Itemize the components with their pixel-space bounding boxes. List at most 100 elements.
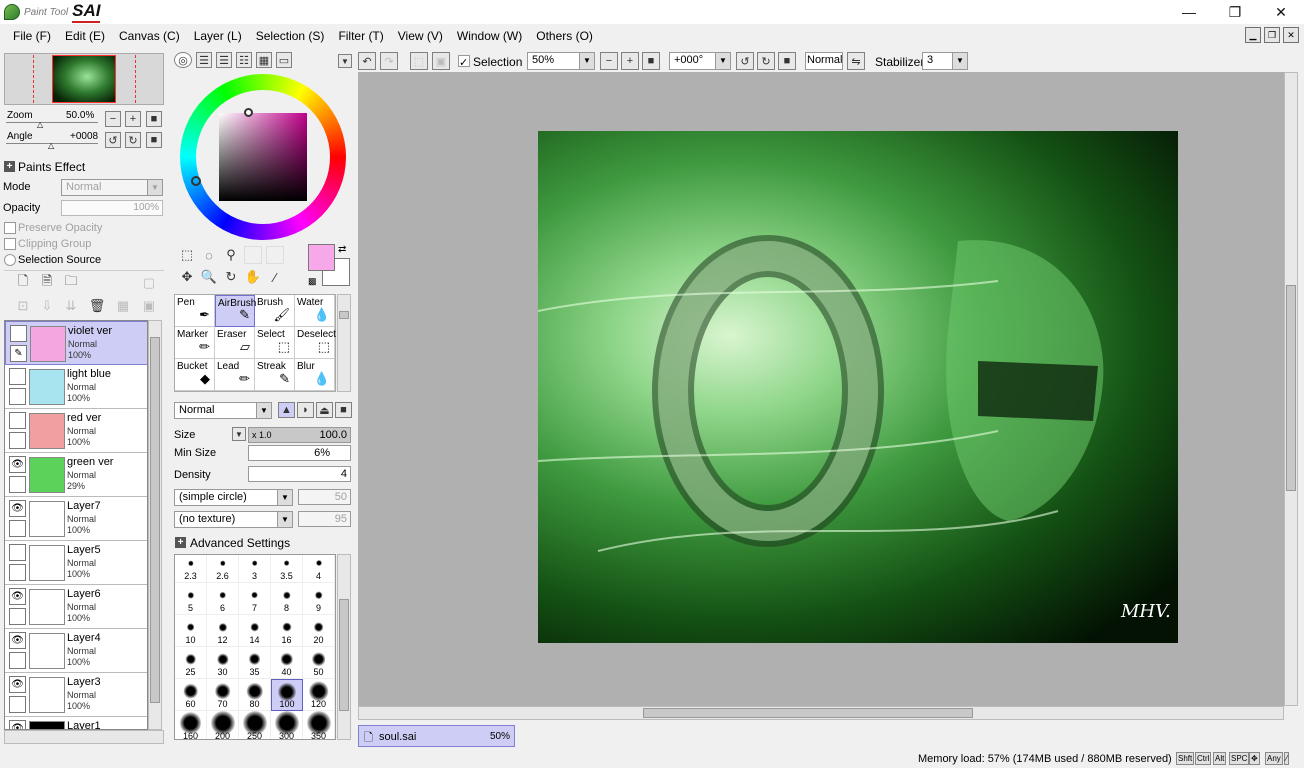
edit-lock-toggle[interactable]: [9, 388, 26, 405]
menu-window[interactable]: Window (W): [450, 29, 529, 43]
layer-hscrollbar[interactable]: [4, 730, 164, 744]
transfer-down-icon[interactable]: ⇩: [38, 297, 56, 315]
layer-item[interactable]: ✎ violet ver Normal 100%: [5, 321, 147, 365]
brush-size-cell[interactable]: 30: [207, 647, 239, 679]
edit-lock-toggle[interactable]: [9, 476, 26, 493]
undo-icon[interactable]: ↶: [358, 52, 376, 70]
tool-scrollbar-thumb[interactable]: [339, 311, 349, 319]
eye-icon[interactable]: 👁: [9, 720, 26, 729]
tool-eraser[interactable]: Eraser ▱: [215, 327, 255, 359]
new-mask-icon[interactable]: ⊡: [14, 297, 32, 315]
brush-size-cell[interactable]: 8: [271, 583, 303, 615]
tool-pen[interactable]: Pen ✒: [175, 295, 215, 327]
toolbar-zoom-out-button[interactable]: −: [600, 52, 618, 70]
brush-size-cell[interactable]: 40: [271, 647, 303, 679]
file-tab[interactable]: 🗋 soul.sai 50%: [358, 725, 515, 747]
mode-select[interactable]: Normal ▼: [61, 179, 163, 196]
brush-size-cell[interactable]: 2.6: [207, 555, 239, 583]
sv-marker[interactable]: [244, 108, 253, 117]
brush-size-cell[interactable]: 300: [271, 711, 303, 739]
brush-size-cell[interactable]: 50: [303, 647, 335, 679]
brush-size-cell[interactable]: 6: [207, 583, 239, 615]
eye-icon[interactable]: 👁: [9, 456, 26, 473]
brush-size-cell[interactable]: 200: [207, 711, 239, 739]
navigator-thumbnail[interactable]: [52, 55, 116, 103]
mdi-restore-button[interactable]: ❐: [1264, 27, 1280, 43]
density-slider[interactable]: 4: [248, 466, 351, 482]
edit-lock-toggle[interactable]: [9, 564, 26, 581]
selection-checkbox[interactable]: ✓: [458, 55, 470, 69]
move-icon[interactable]: ✥: [178, 268, 196, 286]
mdi-close-button[interactable]: ✕: [1283, 27, 1299, 43]
visibility-toggle[interactable]: [9, 412, 26, 429]
brush-size-cell[interactable]: 3.5: [271, 555, 303, 583]
tool-airbrush[interactable]: AirBrush ✎: [215, 295, 256, 327]
zoom-tool-icon[interactable]: 🔍: [200, 268, 218, 286]
edge-medium-icon[interactable]: ⏏: [316, 402, 333, 418]
expand-icon[interactable]: +: [4, 161, 15, 172]
hand-icon[interactable]: ✋: [244, 268, 262, 286]
visibility-toggle[interactable]: [10, 325, 27, 342]
layer-item[interactable]: 👁 Layer3 Normal 100%: [5, 673, 147, 717]
brush-size-cell[interactable]: 60: [175, 679, 207, 711]
canvas-hscroll-thumb[interactable]: [643, 708, 973, 718]
selection-source-radio[interactable]: [4, 254, 16, 266]
tool-scrollbar[interactable]: [337, 294, 351, 392]
brush-size-scrollbar[interactable]: [337, 554, 351, 740]
layer-item[interactable]: 👁 Layer4 Normal 100%: [5, 629, 147, 673]
zoom-out-button[interactable]: −: [105, 111, 121, 127]
menu-layer[interactable]: Layer (L): [187, 29, 249, 43]
brush-size-cell[interactable]: 9: [303, 583, 335, 615]
edge-soft-icon[interactable]: ◗: [297, 402, 314, 418]
eye-icon[interactable]: 👁: [9, 500, 26, 517]
eye-icon[interactable]: 👁: [9, 588, 26, 605]
layer-item[interactable]: Layer5 Normal 100%: [5, 541, 147, 585]
tool-lead[interactable]: Lead ✏: [215, 359, 255, 391]
tool-deselect[interactable]: Deselect ⬚: [295, 327, 336, 359]
brush-size-cell[interactable]: 250: [239, 711, 271, 739]
minimize-button[interactable]: —: [1166, 0, 1212, 24]
zoom-slider[interactable]: [6, 122, 98, 123]
canvas-vscroll-thumb[interactable]: [1286, 285, 1296, 491]
brush-size-cell[interactable]: 100: [271, 679, 303, 711]
advanced-settings-label[interactable]: Advanced Settings: [190, 536, 290, 550]
tool-marker[interactable]: Marker ✏: [175, 327, 215, 359]
menu-edit[interactable]: Edit (E): [58, 29, 112, 43]
hsv-slider-tab[interactable]: ☰: [216, 52, 232, 68]
layer-item[interactable]: 👁 Layer1: [5, 717, 147, 729]
layer-scrollbar-thumb[interactable]: [150, 337, 160, 703]
rotate-right-button[interactable]: ↻: [125, 132, 141, 148]
paints-effect-label[interactable]: Paints Effect: [18, 160, 85, 174]
angle-select[interactable]: +000° ▼: [669, 52, 731, 70]
menu-canvas[interactable]: Canvas (C): [112, 29, 187, 43]
menu-file[interactable]: File (F): [6, 29, 58, 43]
swatches-tab[interactable]: ☷: [236, 52, 252, 68]
zoom-slider-handle[interactable]: △: [37, 120, 43, 129]
edge-flat-icon[interactable]: ■: [335, 402, 352, 418]
tool-bucket[interactable]: Bucket ◆: [175, 359, 215, 391]
tool-brush[interactable]: Brush 🖌: [255, 295, 295, 327]
trash-icon[interactable]: 🗑: [88, 297, 106, 315]
layer-item[interactable]: 👁 green ver Normal 29%: [5, 453, 147, 497]
clipping-group-checkbox[interactable]: [4, 238, 16, 250]
brush-size-cell[interactable]: 5: [175, 583, 207, 615]
palette-tab[interactable]: ▦: [256, 52, 272, 68]
layer-scrollbar[interactable]: [148, 320, 162, 730]
size-multiplier-dropdown[interactable]: ▼: [232, 427, 246, 441]
opacity-slider[interactable]: 100%: [61, 200, 163, 216]
menu-view[interactable]: View (V): [391, 29, 450, 43]
new-linework-layer-icon[interactable]: 🗎: [38, 273, 56, 292]
visibility-toggle[interactable]: [9, 368, 26, 385]
toolbar-rotate-reset-button[interactable]: ■: [778, 52, 796, 70]
menu-others[interactable]: Others (O): [529, 29, 600, 43]
color-wheel-tab[interactable]: ◎: [174, 52, 192, 68]
size-slider[interactable]: x 1.0 100.0: [248, 427, 351, 443]
tool-select[interactable]: Select ⬚: [255, 327, 295, 359]
rect-select-icon[interactable]: ⬚: [178, 246, 196, 264]
brush-size-cell[interactable]: 80: [239, 679, 271, 711]
hue-marker[interactable]: [191, 176, 201, 186]
menu-selection[interactable]: Selection (S): [249, 29, 332, 43]
brush-size-cell[interactable]: 7: [239, 583, 271, 615]
toolbar-rotate-right-button[interactable]: ↻: [757, 52, 775, 70]
texture-strength-slider[interactable]: 95: [298, 511, 351, 527]
